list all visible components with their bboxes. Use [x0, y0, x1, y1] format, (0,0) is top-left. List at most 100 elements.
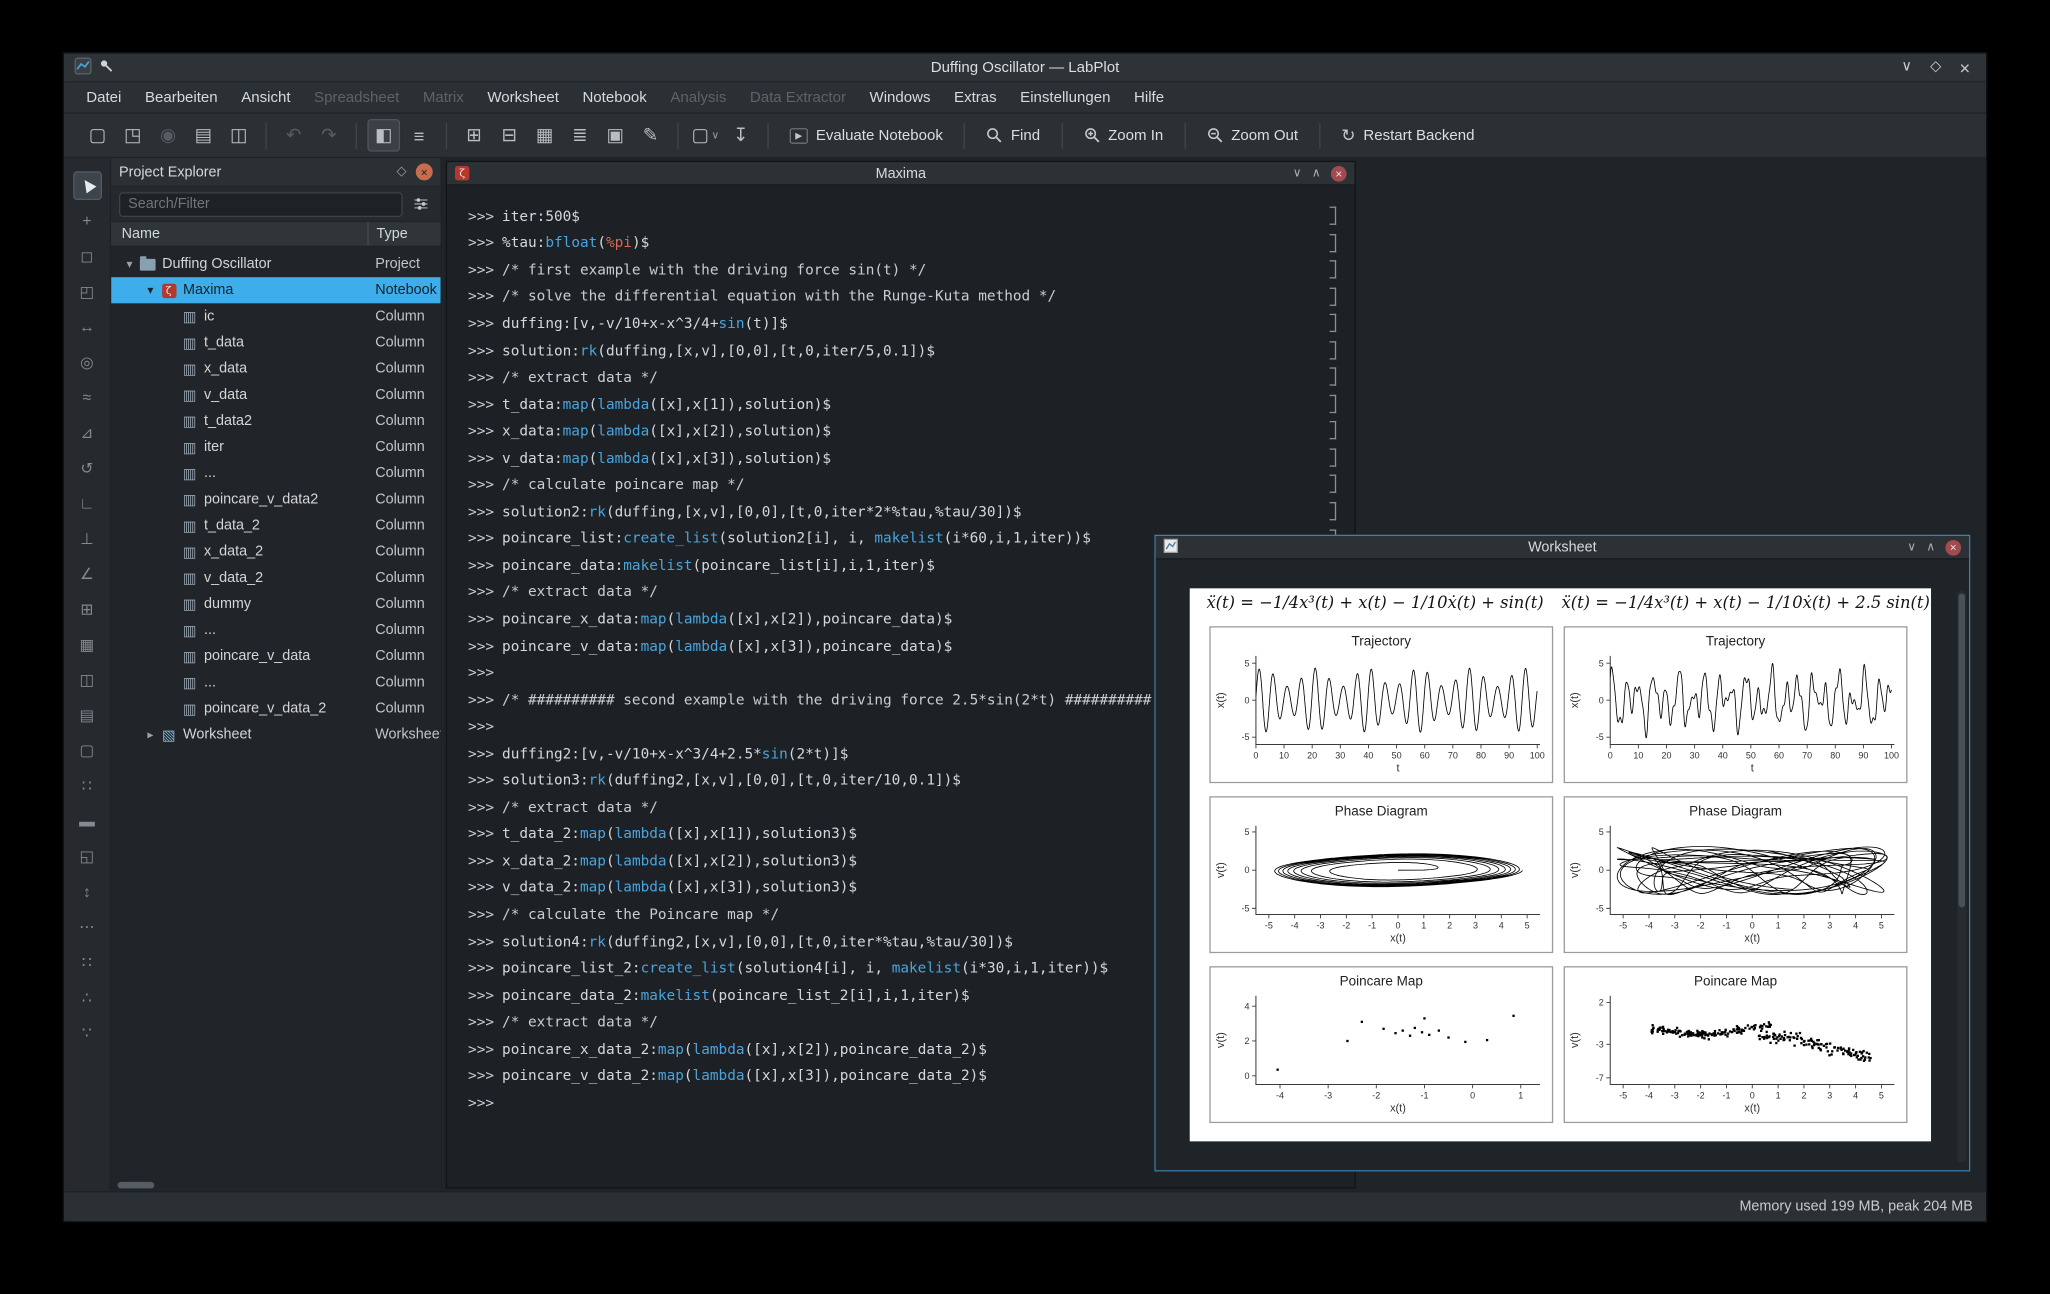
tree-row-dummy[interactable]: ▥dummyColumn: [111, 591, 440, 617]
select-region-icon[interactable]: ◰: [73, 277, 102, 306]
tree-row-poincare-v-data-2[interactable]: ▥poincare_v_data_2Column: [111, 696, 440, 722]
tree-row-t-data-2[interactable]: ▥t_data_2Column: [111, 513, 440, 539]
menu-einstellungen[interactable]: Einstellungen: [1008, 82, 1122, 113]
export-notebook-icon[interactable]: ↧: [724, 119, 757, 152]
print-preview-icon[interactable]: ◫: [222, 119, 255, 152]
hide-results-icon[interactable]: ▣: [599, 119, 632, 152]
bar-icon[interactable]: ▬: [73, 807, 102, 836]
menu-datei[interactable]: Datei: [75, 82, 134, 113]
plot-poincare-map-1[interactable]: Poincare Map-4-3-2-101024x(t)v(t): [1209, 966, 1553, 1123]
insert-entry-above-icon[interactable]: ⊞: [458, 119, 491, 152]
plot-trajectory-1[interactable]: Trajectory0102030405060708090100-505tx(t…: [1209, 626, 1553, 783]
float-panel-icon[interactable]: ◇: [397, 165, 407, 179]
notebook-entry-2[interactable]: >>>%tau:bfloat(%pi)$: [447, 230, 1354, 257]
filter-options-icon[interactable]: [409, 192, 433, 216]
box-icon[interactable]: ▢: [73, 736, 102, 765]
tree-hscrollbar-thumb[interactable]: [118, 1181, 155, 1188]
column-header-name[interactable]: Name: [111, 222, 367, 246]
tree-row-x-data[interactable]: ▥x_dataColumn: [111, 356, 440, 382]
plot-phase-diagram-2[interactable]: Phase Diagram-5-4-3-2-1012345-505x(t)v(t…: [1564, 796, 1908, 953]
toggle-list-view-icon[interactable]: ≡: [403, 119, 436, 152]
notebook-entry-3[interactable]: >>>/* first example with the driving for…: [447, 256, 1354, 283]
zoom-select-icon[interactable]: ◻: [73, 242, 102, 271]
scatter-tool-icon[interactable]: ∴: [73, 983, 102, 1012]
notebook-entry-4[interactable]: >>>/* solve the differential equation wi…: [447, 283, 1354, 310]
evaluate-notebook-button[interactable]: ▶Evaluate Notebook: [778, 118, 955, 153]
notebook-entry-7[interactable]: >>>/* extract data */: [447, 364, 1354, 391]
column-header-type[interactable]: Type: [367, 222, 440, 246]
tree-row-dots[interactable]: ▥...Column: [111, 669, 440, 695]
vertical-pan-icon[interactable]: ↕: [73, 877, 102, 906]
proportion-icon[interactable]: ∷: [73, 948, 102, 977]
horizontal-pan-icon[interactable]: ↔: [73, 312, 102, 341]
menu-hilfe[interactable]: Hilfe: [1122, 82, 1176, 113]
worksheet-canvas[interactable]: ẍ(t) = −1/4x³(t) + x(t) − 1/10ẋ(t) + sin…: [1190, 588, 1931, 1141]
tree-row-ic[interactable]: ▥icColumn: [111, 303, 440, 329]
show-results-icon[interactable]: ≣: [563, 119, 596, 152]
shade-window-icon[interactable]: ∨: [1293, 166, 1302, 180]
menu-ansicht[interactable]: Ansicht: [229, 82, 302, 113]
new-project-icon[interactable]: ▢: [81, 119, 114, 152]
crosshair-cursor-icon[interactable]: +: [73, 207, 102, 236]
scatter-tool2-icon[interactable]: ∵: [73, 1018, 102, 1047]
notebook-entry-11[interactable]: >>>/* calculate poincare map */: [447, 471, 1354, 498]
select-cursor-icon[interactable]: ▶: [73, 171, 102, 200]
tree-row-t-data2[interactable]: ▥t_data2Column: [111, 408, 440, 434]
menu-extras[interactable]: Extras: [942, 82, 1008, 113]
find-button[interactable]: Find: [974, 118, 1052, 153]
dots-grid-icon[interactable]: ∷: [73, 771, 102, 800]
close-panel-icon[interactable]: ×: [416, 163, 433, 180]
minimize-icon[interactable]: ∨: [1901, 60, 1912, 74]
tree-row-worksheet[interactable]: ▸▧WorksheetWorksheet: [111, 722, 440, 748]
close-window-icon[interactable]: ×: [1331, 165, 1347, 181]
notebook-entry-6[interactable]: >>>solution:rk(duffing,[x,v],[0,0],[t,0,…: [447, 337, 1354, 364]
maxima-titlebar[interactable]: ζ Maxima ∨ ∧ ×: [447, 162, 1354, 186]
crop-icon[interactable]: ◱: [73, 842, 102, 871]
dense-grid-icon[interactable]: ▦: [73, 630, 102, 659]
expander-icon[interactable]: ▸: [143, 728, 159, 742]
insert-entry-below-icon[interactable]: ⊟: [493, 119, 526, 152]
polygon-tool-icon[interactable]: ⊿: [73, 418, 102, 447]
tree-column-header[interactable]: Name Type: [111, 221, 440, 247]
print-icon[interactable]: ▤: [187, 119, 220, 152]
titlebar[interactable]: Duffing Oscillator — LabPlot ∨ ◇ ×: [64, 54, 1986, 83]
project-explorer-header[interactable]: Project Explorer ◇ ×: [111, 158, 440, 187]
tree-row-x-data-2[interactable]: ▥x_data_2Column: [111, 539, 440, 565]
menu-worksheet[interactable]: Worksheet: [476, 82, 571, 113]
notebook-entry-1[interactable]: >>>iter:500$: [447, 203, 1354, 230]
plot-trajectory-2[interactable]: Trajectory0102030405060708090100-505tx(t…: [1564, 626, 1908, 783]
close-icon[interactable]: ×: [1960, 58, 1971, 76]
zoom-in-button[interactable]: Zoom In: [1071, 118, 1175, 153]
zoom-out-button[interactable]: Zoom Out: [1195, 118, 1310, 153]
tree-row-poincare-v-data[interactable]: ▥poincare_v_dataColumn: [111, 643, 440, 669]
expander-icon[interactable]: ▾: [122, 257, 138, 271]
notebook-entry-9[interactable]: >>>x_data:map(lambda([x],x[2]),solution)…: [447, 418, 1354, 445]
tree-row-dots[interactable]: ▥...Column: [111, 617, 440, 643]
close-window-icon[interactable]: ×: [1945, 539, 1961, 555]
toggle-dock-view-icon[interactable]: ◧: [367, 119, 400, 152]
axis-bottom-icon[interactable]: ⊥: [73, 524, 102, 553]
rows-icon[interactable]: ▤: [73, 701, 102, 730]
axis-corner-icon[interactable]: ∟: [73, 489, 102, 518]
search-input[interactable]: [119, 192, 403, 217]
syntax-highlight-icon[interactable]: ✎: [634, 119, 667, 152]
worksheet-vscrollbar-thumb[interactable]: [1958, 594, 1965, 908]
menu-notebook[interactable]: Notebook: [571, 82, 659, 113]
menu-windows[interactable]: Windows: [858, 82, 943, 113]
tree-row-poincare-v-data2[interactable]: ▥poincare_v_data2Column: [111, 486, 440, 512]
tree-row-v-data[interactable]: ▥v_dataColumn: [111, 382, 440, 408]
worksheet-titlebar[interactable]: Worksheet ∨ ∧ ×: [1156, 536, 1969, 560]
tree-row-iter[interactable]: ▥iterColumn: [111, 434, 440, 460]
angle-tool-icon[interactable]: ∠: [73, 560, 102, 589]
tree-row-dots[interactable]: ▥...Column: [111, 460, 440, 486]
maximize-icon[interactable]: ◇: [1930, 60, 1941, 74]
tree-row-maxima[interactable]: ▾ζMaximaNotebook: [111, 277, 440, 303]
target-icon[interactable]: ◎: [73, 348, 102, 377]
shade-window-icon[interactable]: ∨: [1907, 540, 1916, 554]
notebook-entry-5[interactable]: >>>duffing:[v,-v/10+x-x^3/4+sin(t)]$: [447, 310, 1354, 337]
expander-icon[interactable]: ▾: [143, 283, 159, 297]
notebook-entry-8[interactable]: >>>t_data:map(lambda([x],x[1]),solution)…: [447, 391, 1354, 418]
notebook-entry-12[interactable]: >>>solution2:rk(duffing,[x,v],[0,0],[t,0…: [447, 498, 1354, 525]
worksheet-view[interactable]: ẍ(t) = −1/4x³(t) + x(t) − 1/10ẋ(t) + sin…: [1156, 560, 1969, 1171]
restore-window-icon[interactable]: ∧: [1312, 166, 1321, 180]
